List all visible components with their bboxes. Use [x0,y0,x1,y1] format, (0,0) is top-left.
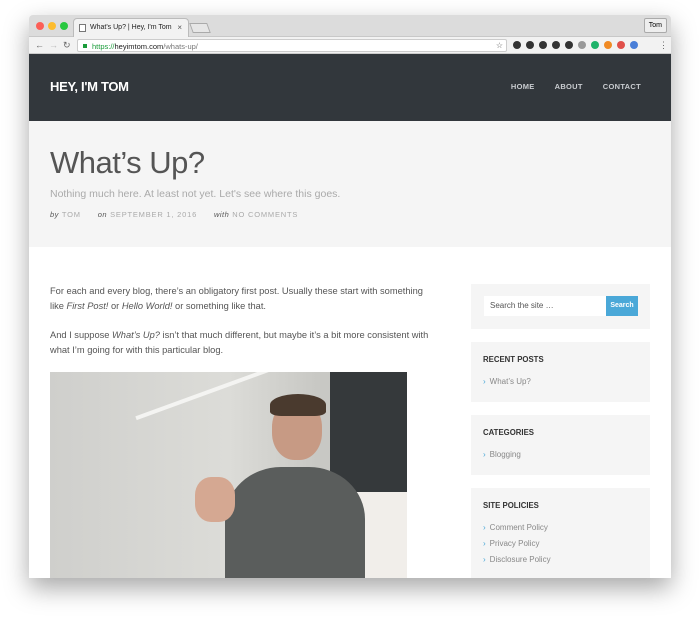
url-host: heyimtom.com [114,42,164,51]
extension-icon[interactable] [539,41,547,49]
comments-link[interactable]: NO COMMENTS [232,210,298,219]
search-input[interactable]: Search the site … [484,296,606,316]
chevron-right-icon: › [483,377,486,386]
post-photo [50,372,407,578]
paragraph: And I suppose What’s Up? isn’t that much… [50,330,429,355]
bookmark-star-icon[interactable]: ☆ [496,41,503,50]
categories-widget: CATEGORIES › Blogging [471,415,650,475]
new-tab-button[interactable] [189,23,211,33]
extension-icon[interactable] [552,41,560,49]
recent-posts-widget: RECENT POSTS › What’s Up? [471,342,650,402]
reload-icon[interactable]: ↻ [63,40,71,51]
widget-title: RECENT POSTS [483,355,544,364]
extension-icon[interactable] [565,41,573,49]
tab-bar: What's Up? | Hey, I'm Tom × Tom [29,15,671,37]
tab-close-icon[interactable]: × [177,23,182,32]
chevron-right-icon: › [483,523,486,532]
tab-title: What's Up? | Hey, I'm Tom [90,24,172,31]
extension-icon[interactable] [578,41,586,49]
menu-icon[interactable]: ⋮ [659,40,668,51]
site-header: HEY, I'M TOM HOME ABOUT CONTACT [29,54,671,121]
extension-icon[interactable] [630,41,638,49]
close-window-icon[interactable] [36,22,44,30]
address-bar-row: ← → ↻ https://heyimtom.com/whats-up/ ☆ ⋮ [29,37,671,54]
widget-title: CATEGORIES [483,428,534,437]
browser-tab[interactable]: What's Up? | Hey, I'm Tom × [73,18,189,37]
maximize-window-icon[interactable] [60,22,68,30]
page-subtitle: Nothing much here. At least not yet. Let… [50,188,341,200]
chevron-right-icon: › [483,450,486,459]
with-label: with [213,210,230,219]
post-meta: by TOM on SEPTEMBER 1, 2016 with NO COMMENT… [50,210,650,219]
site-logo[interactable]: HEY, I'M TOM [50,79,129,94]
nav-about[interactable]: ABOUT [555,82,583,91]
search-button[interactable]: Search [606,296,638,316]
list-item[interactable]: › Blogging [483,450,638,459]
url-path: /whats-up/ [163,42,198,51]
forward-icon[interactable]: → [49,40,58,50]
by-label: by [50,210,59,219]
list-item[interactable]: › Disclosure Policy [483,555,638,564]
author-link[interactable]: TOM [62,210,81,219]
on-label: on [97,210,108,219]
nav-contact[interactable]: CONTACT [603,82,641,91]
extension-icon[interactable] [591,41,599,49]
extension-icon[interactable] [604,41,612,49]
list-item[interactable]: › Comment Policy [483,523,638,532]
paragraph: For each and every blog, there’s an obli… [50,286,423,311]
minimize-window-icon[interactable] [48,22,56,30]
list-item[interactable]: › What’s Up? [483,377,638,386]
url-input[interactable]: https://heyimtom.com/whats-up/ ☆ [77,39,507,52]
browser-window: What's Up? | Hey, I'm Tom × Tom ← → ↻ ht… [29,15,671,578]
page-icon [79,24,86,32]
profile-button[interactable]: Tom [643,18,667,33]
url-scheme: https:// [92,42,115,51]
search-widget: Search the site … Search [471,284,650,329]
extension-icon[interactable] [526,41,534,49]
extension-icon[interactable] [513,41,521,49]
back-icon[interactable]: ← [35,40,44,50]
nav-home[interactable]: HOME [511,82,535,91]
page-title: What’s Up? [50,145,205,180]
post-hero: What’s Up? Nothing much here. At least n… [29,121,671,247]
site-policies-widget: SITE POLICIES › Comment Policy › Privacy P… [471,488,650,578]
post-date[interactable]: SEPTEMBER 1, 2016 [110,210,197,219]
chevron-right-icon: › [483,539,486,548]
lock-icon [83,44,87,48]
list-item[interactable]: › Privacy Policy [483,539,638,548]
widget-title: SITE POLICIES [483,501,539,510]
chevron-right-icon: › [483,555,486,564]
post-body: For each and every blog, there’s an obli… [50,284,430,372]
extension-icon[interactable] [617,41,625,49]
main-nav: HOME ABOUT CONTACT [511,82,641,91]
